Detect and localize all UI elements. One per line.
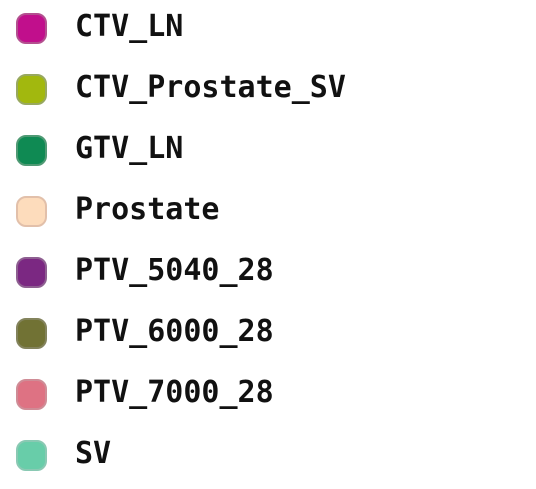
structure-label: SV xyxy=(75,436,112,471)
structure-label: PTV_5040_28 xyxy=(75,253,274,288)
color-swatch-icon xyxy=(16,318,47,349)
color-swatch-icon xyxy=(16,257,47,288)
structure-label: PTV_6000_28 xyxy=(75,314,274,349)
structure-item-ptv-6000-28[interactable]: PTV_6000_28 xyxy=(0,305,536,365)
color-swatch-icon xyxy=(16,135,47,166)
structure-label: CTV_LN xyxy=(75,9,184,44)
color-swatch-icon xyxy=(16,74,47,105)
color-swatch-icon xyxy=(16,440,47,471)
structure-label: Prostate xyxy=(75,192,220,227)
structure-item-sv[interactable]: SV xyxy=(0,427,536,487)
color-swatch-icon xyxy=(16,196,47,227)
structure-item-gtv-ln[interactable]: GTV_LN xyxy=(0,122,536,182)
color-swatch-icon xyxy=(16,13,47,44)
structure-item-ptv-5040-28[interactable]: PTV_5040_28 xyxy=(0,244,536,304)
structure-label: CTV_Prostate_SV xyxy=(75,70,346,105)
structure-label: PTV_7000_28 xyxy=(75,375,274,410)
structure-legend: CTV_LN CTV_Prostate_SV GTV_LN Prostate P… xyxy=(0,0,536,489)
structure-label: GTV_LN xyxy=(75,131,184,166)
color-swatch-icon xyxy=(16,379,47,410)
structure-item-ctv-prostate-sv[interactable]: CTV_Prostate_SV xyxy=(0,61,536,121)
structure-item-prostate[interactable]: Prostate xyxy=(0,183,536,243)
structure-item-ctv-ln[interactable]: CTV_LN xyxy=(0,0,536,60)
structure-item-ptv-7000-28[interactable]: PTV_7000_28 xyxy=(0,366,536,426)
